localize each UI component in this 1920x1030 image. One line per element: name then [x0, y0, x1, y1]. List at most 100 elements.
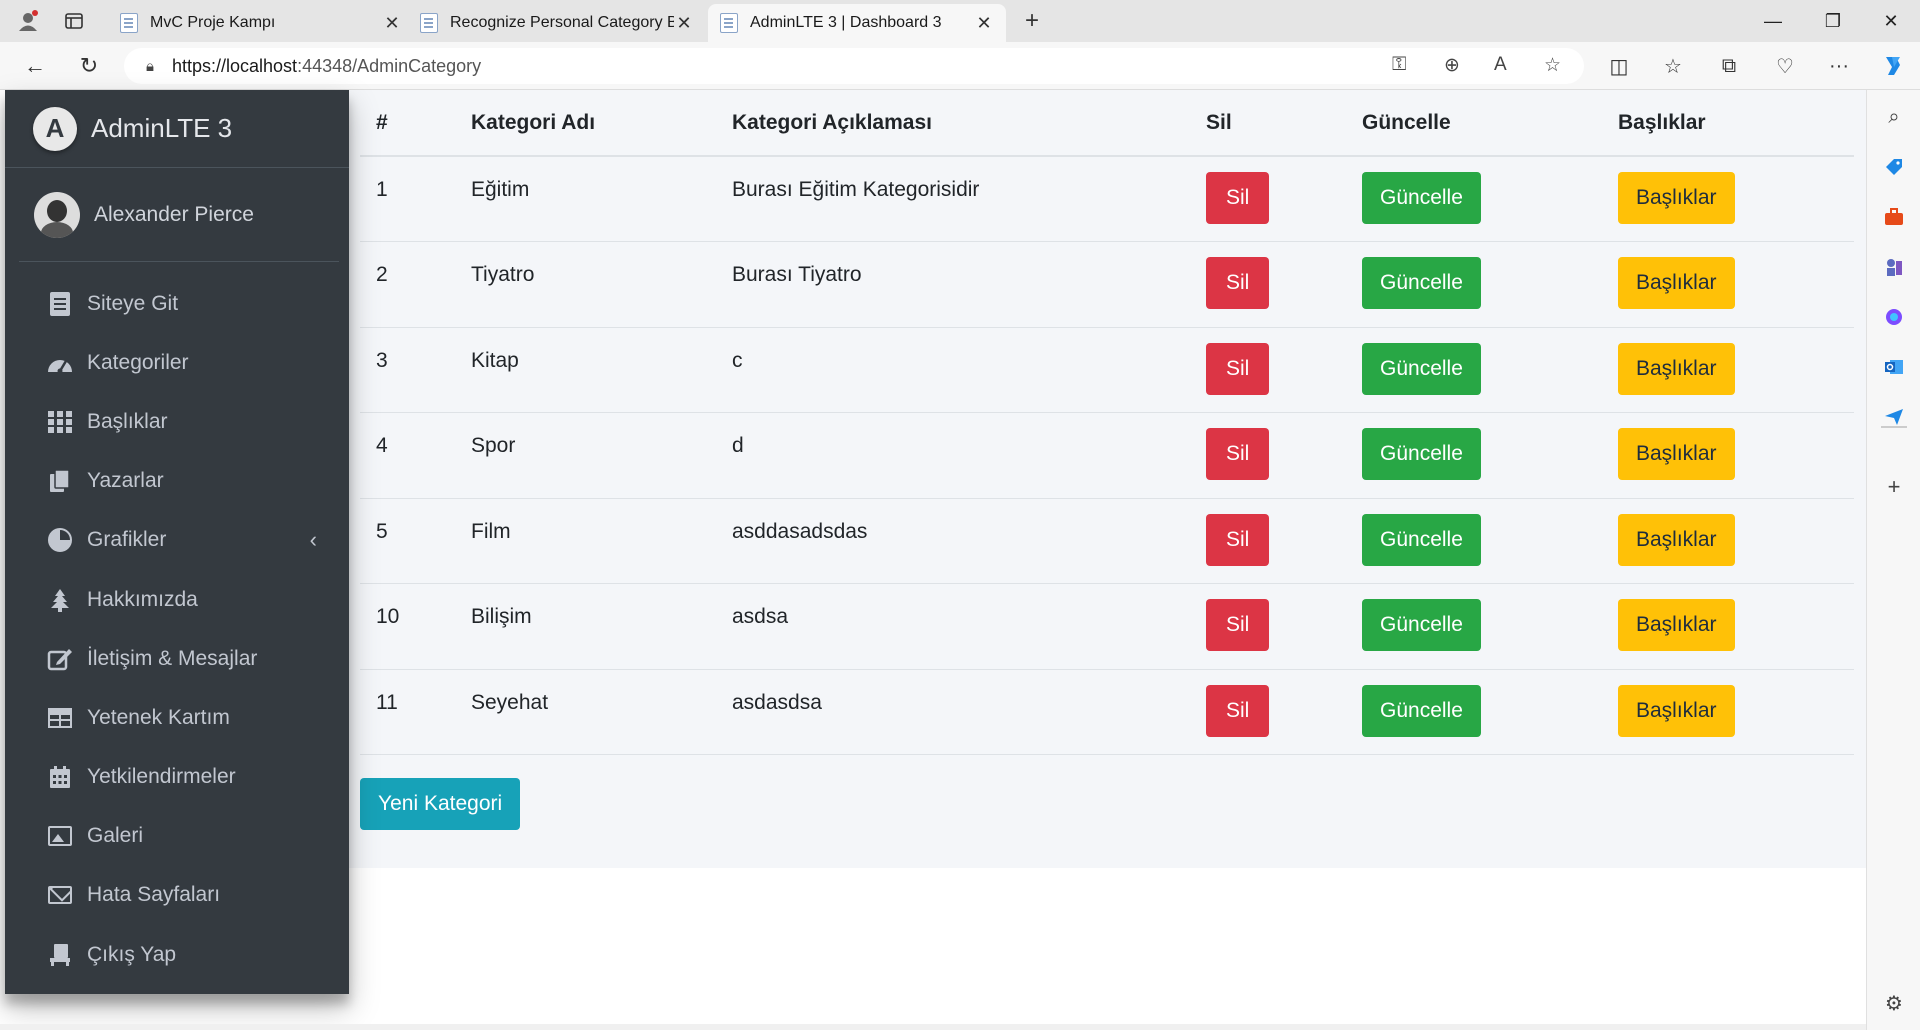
split-screen-icon[interactable]: ◫: [1602, 50, 1636, 82]
divider: [1881, 426, 1907, 428]
favorite-star-icon[interactable]: ☆: [1544, 54, 1561, 77]
cell-titles: Başlıklar: [1602, 412, 1854, 499]
update-button[interactable]: Güncelle: [1362, 684, 1481, 737]
delete-button[interactable]: Sil: [1206, 257, 1270, 309]
update-button[interactable]: Güncelle: [1362, 513, 1481, 566]
cell-delete: Sil: [1190, 412, 1346, 499]
update-button[interactable]: Güncelle: [1362, 342, 1481, 395]
delete-button[interactable]: Sil: [1206, 684, 1270, 737]
key-icon[interactable]: ⚿: [1392, 54, 1406, 76]
new-category-button[interactable]: Yeni Kategori: [360, 778, 521, 830]
tools-icon[interactable]: [1880, 204, 1908, 230]
tab-actions-icon[interactable]: [60, 8, 88, 34]
sidebar-item-yetkilendirmeler[interactable]: Yetkilendirmeler: [19, 748, 339, 807]
titles-button[interactable]: Başlıklar: [1618, 172, 1735, 224]
cell-description: Burası Eğitim Kategorisidir: [716, 156, 1190, 242]
cell-titles: Başlıklar: [1602, 156, 1854, 242]
back-icon[interactable]: ←: [18, 50, 52, 82]
sidebar-item-hata-sayfalari[interactable]: Hata Sayfaları: [19, 866, 339, 925]
user-panel[interactable]: Alexander Pierce: [19, 168, 339, 262]
cell-id: 1: [360, 156, 455, 242]
sidebar-item-kategoriler[interactable]: Kategoriler: [19, 333, 339, 392]
new-tab-icon[interactable]: +: [1018, 7, 1046, 34]
collections-icon[interactable]: ⧉: [1712, 50, 1746, 82]
update-button[interactable]: Güncelle: [1362, 257, 1481, 309]
sidebar-item-label: Kategoriler: [87, 350, 189, 374]
titles-button[interactable]: Başlıklar: [1618, 257, 1735, 309]
cell-titles: Başlıklar: [1602, 241, 1854, 328]
cell-name: Spor: [455, 412, 716, 499]
read-aloud-icon[interactable]: A: [1494, 54, 1507, 76]
sidebar-item-yetenek-kartim[interactable]: Yetenek Kartım: [19, 688, 339, 747]
sidebar-item-grafikler[interactable]: Grafikler ‹: [19, 511, 339, 570]
brand-text: AdminLTE 3: [91, 113, 233, 143]
lock-icon[interactable]: 🔒︎: [146, 58, 154, 75]
sidebar-item-iletisim[interactable]: İletişim & Mesajlar: [19, 629, 339, 688]
tab-title: MvC Proje Kampı: [150, 14, 276, 31]
shopping-tag-icon[interactable]: [1880, 154, 1908, 180]
refresh-icon[interactable]: ↻: [72, 50, 106, 82]
col-header-delete: Sil: [1190, 90, 1346, 157]
delete-button[interactable]: Sil: [1206, 428, 1270, 480]
sidebar-item-hakkimizda[interactable]: Hakkımızda: [19, 570, 339, 629]
sidebar-item-cikis-yap[interactable]: Çıkış Yap: [19, 925, 339, 984]
add-icon[interactable]: +: [1880, 474, 1908, 500]
close-icon[interactable]: ✕: [974, 13, 994, 34]
favorites-icon[interactable]: ☆: [1656, 50, 1690, 82]
chevron-left-icon[interactable]: ‹: [310, 527, 317, 553]
more-icon[interactable]: ···: [1822, 50, 1856, 82]
browser-essentials-icon[interactable]: ♡: [1768, 50, 1802, 82]
microsoft365-icon[interactable]: [1880, 304, 1908, 330]
settings-gear-icon[interactable]: ⚙: [1880, 990, 1908, 1016]
profile-icon[interactable]: [14, 8, 42, 34]
tab-adminlte[interactable]: AdminLTE 3 | Dashboard 3 ✕: [708, 4, 1006, 42]
cell-update: Güncelle: [1346, 156, 1602, 242]
cell-id: 5: [360, 498, 455, 584]
cell-id: 4: [360, 412, 455, 499]
sidebar-item-basliklar[interactable]: Başlıklar: [19, 392, 339, 451]
pie-chart-icon: [47, 528, 73, 553]
sidebar-menu: Siteye Git Kategoriler Başlıklar Yazarla…: [19, 274, 339, 984]
cell-name: Seyehat: [455, 669, 716, 755]
zoom-icon[interactable]: ⊕: [1444, 54, 1460, 77]
sidebar-item-label: Yetkilendirmeler: [87, 765, 236, 789]
close-icon[interactable]: ✕: [674, 13, 694, 34]
category-table: # Kategori Adı Kategori Açıklaması Sil G…: [360, 90, 1854, 755]
delete-button[interactable]: Sil: [1206, 172, 1270, 224]
search-icon[interactable]: ⌕: [1880, 104, 1908, 130]
copilot-icon[interactable]: [1876, 50, 1910, 82]
brand-link[interactable]: A AdminLTE 3: [5, 90, 349, 168]
titles-button[interactable]: Başlıklar: [1618, 513, 1735, 566]
cell-description: asdsa: [716, 583, 1190, 670]
page-icon: [120, 13, 138, 33]
window-close-icon[interactable]: ✕: [1862, 0, 1920, 42]
minimize-icon[interactable]: —: [1744, 0, 1802, 42]
url-bar[interactable]: 🔒︎ https://localhost:44348/AdminCategory…: [124, 48, 1584, 84]
delete-button[interactable]: Sil: [1206, 599, 1270, 651]
cell-id: 3: [360, 327, 455, 413]
titles-button[interactable]: Başlıklar: [1618, 684, 1735, 737]
delete-button[interactable]: Sil: [1206, 513, 1270, 566]
tab-recognize[interactable]: Recognize Personal Category Bo ✕: [408, 4, 706, 42]
window-bottom-edge: [0, 1024, 1866, 1030]
copy-icon: [47, 469, 73, 493]
edge-side-panel: ⌕ + ⚙: [1866, 90, 1920, 1030]
adminlte-logo: A: [33, 106, 77, 151]
close-icon[interactable]: ✕: [382, 13, 402, 34]
titles-button[interactable]: Başlıklar: [1618, 428, 1735, 480]
sidebar-item-yazarlar[interactable]: Yazarlar: [19, 452, 339, 511]
sidebar-item-siteye-git[interactable]: Siteye Git: [19, 274, 339, 333]
titles-button[interactable]: Başlıklar: [1618, 599, 1735, 651]
user-name[interactable]: Alexander Pierce: [94, 203, 254, 227]
tab-mvc-proje[interactable]: MvC Proje Kampı ✕: [108, 4, 414, 42]
sidebar-item-galeri[interactable]: Galeri: [19, 807, 339, 866]
update-button[interactable]: Güncelle: [1362, 428, 1481, 480]
restore-icon[interactable]: ❐: [1804, 0, 1862, 42]
delete-button[interactable]: Sil: [1206, 342, 1270, 395]
cell-delete: Sil: [1190, 241, 1346, 328]
games-icon[interactable]: [1880, 254, 1908, 280]
update-button[interactable]: Güncelle: [1362, 172, 1481, 224]
titles-button[interactable]: Başlıklar: [1618, 342, 1735, 395]
update-button[interactable]: Güncelle: [1362, 599, 1481, 651]
outlook-icon[interactable]: [1880, 354, 1908, 380]
